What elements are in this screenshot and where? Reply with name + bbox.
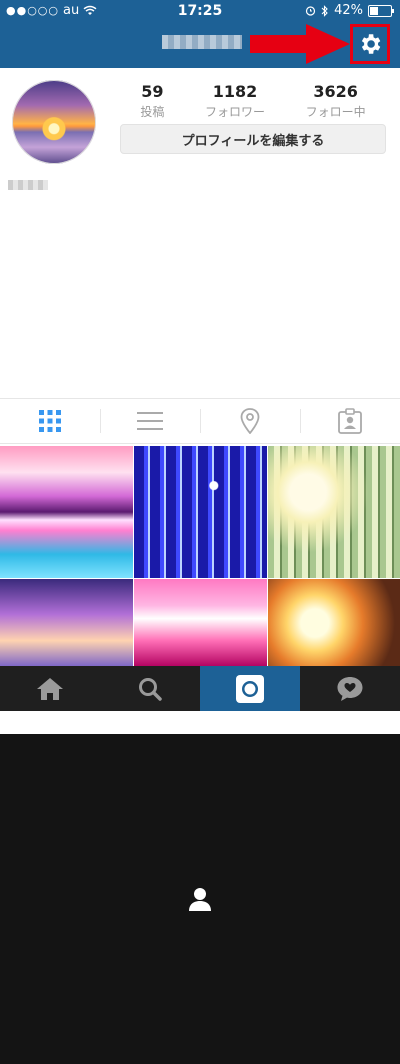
- stat-posts-label: 投稿: [140, 105, 165, 119]
- profile-name-blurred: [8, 180, 48, 190]
- tab-location[interactable]: [200, 399, 300, 443]
- battery-percent: 42%: [334, 3, 363, 18]
- stat-followers-count: 1182: [212, 82, 258, 101]
- tab-grid[interactable]: [0, 399, 100, 443]
- photo-thumbnail[interactable]: [0, 579, 133, 666]
- profile-section: 59 投稿 1182 フォロワー 3626 フォロー中 プロフィールを編集する: [0, 68, 400, 398]
- stat-followers[interactable]: 1182 フォロワー: [205, 82, 265, 120]
- battery-icon: [368, 4, 394, 17]
- camera-icon: [236, 674, 264, 703]
- nav-camera[interactable]: [200, 666, 300, 711]
- alarm-icon: [305, 6, 316, 16]
- avatar[interactable]: [12, 80, 96, 164]
- red-arrow-annotation: [250, 24, 350, 64]
- photo-thumbnail[interactable]: [268, 446, 400, 578]
- stat-posts-count: 59: [141, 82, 164, 101]
- tagged-person-icon: [338, 408, 362, 434]
- stat-followers-label: フォロワー: [204, 105, 265, 119]
- stat-posts[interactable]: 59 投稿: [140, 82, 164, 120]
- status-bar: ●●○○○ au 17:25 42%: [0, 0, 400, 22]
- profile-tabs: [0, 398, 400, 444]
- profile-icon: [189, 888, 211, 911]
- nav-profile[interactable]: [0, 734, 400, 1064]
- location-pin-icon: [240, 408, 260, 434]
- profile-stats: 59 投稿 1182 フォロワー 3626 フォロー中: [120, 82, 386, 120]
- stat-following[interactable]: 3626 フォロー中: [306, 82, 366, 120]
- nav-search[interactable]: [100, 666, 200, 711]
- activity-heart-icon: [337, 676, 363, 701]
- gear-icon: [361, 34, 381, 54]
- bluetooth-icon: [321, 4, 328, 17]
- bottom-navigation: [0, 666, 400, 1064]
- grid-icon: [39, 410, 61, 432]
- home-icon: [37, 677, 63, 700]
- photo-thumbnail[interactable]: [134, 579, 267, 666]
- top-header: ●●○○○ au 17:25 42%: [0, 0, 400, 68]
- photo-grid: [0, 446, 400, 666]
- photo-thumbnail[interactable]: [268, 579, 400, 666]
- search-icon: [139, 677, 162, 701]
- username-blurred: [162, 35, 242, 49]
- edit-profile-button[interactable]: プロフィールを編集する: [120, 124, 386, 154]
- stat-following-count: 3626: [313, 82, 358, 101]
- tab-list[interactable]: [100, 399, 200, 443]
- status-right: 42%: [305, 3, 394, 18]
- photo-thumbnail[interactable]: [0, 446, 133, 578]
- tab-tagged[interactable]: [300, 399, 400, 443]
- stat-following-label: フォロー中: [305, 105, 366, 119]
- photo-thumbnail[interactable]: [134, 446, 267, 578]
- list-icon: [137, 412, 163, 430]
- nav-activity[interactable]: [300, 666, 400, 711]
- settings-button[interactable]: [350, 24, 390, 64]
- nav-home[interactable]: [0, 666, 100, 711]
